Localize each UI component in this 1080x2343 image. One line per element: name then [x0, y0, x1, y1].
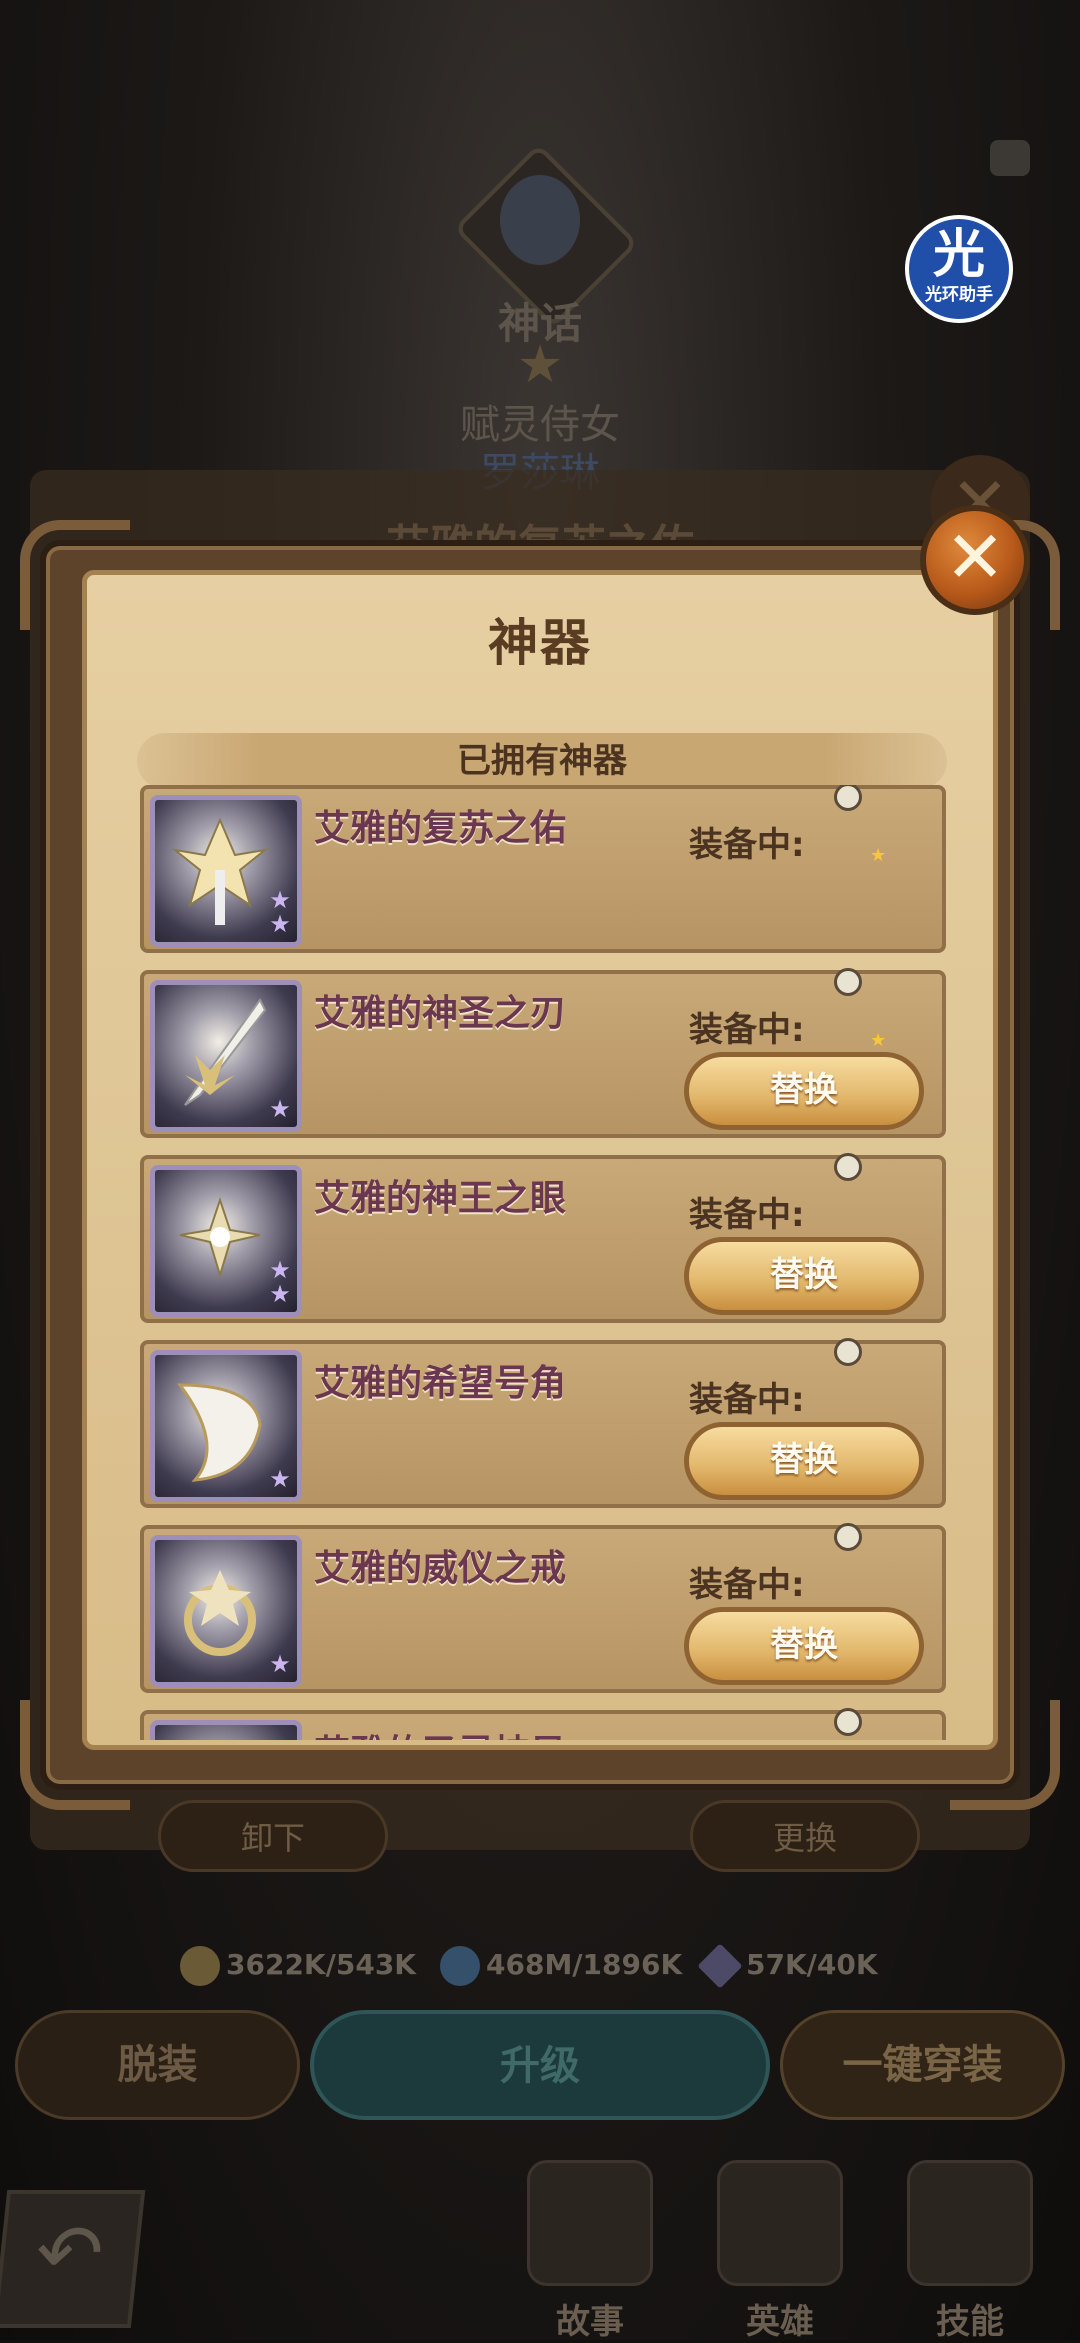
- replace-button[interactable]: 替换: [684, 1422, 924, 1500]
- nav-story[interactable]: 故事: [510, 2160, 670, 2342]
- replace-button[interactable]: 替换: [684, 1052, 924, 1130]
- swap-button[interactable]: 更换: [690, 1800, 920, 1872]
- artifact-item[interactable]: ★ 艾雅的希望号角 装备中: 替换: [140, 1338, 946, 1508]
- quick-equip-button[interactable]: 一键穿装: [780, 2010, 1065, 2120]
- equipped-label: 装备中:: [689, 1010, 805, 1050]
- resource-bar: 3622K/543K 468M/1896K 57K/40K: [180, 1940, 940, 1990]
- faction-badge-icon: [834, 1338, 862, 1366]
- hero-icon: [717, 2160, 843, 2286]
- faction-badge-icon: [834, 968, 862, 996]
- artifact-item[interactable]: ★ 艾雅的威仪之戒 装备中: 替换: [140, 1523, 946, 1693]
- strip-gear-button[interactable]: 脱装: [15, 2010, 300, 2120]
- equipped-hero-avatar[interactable]: ★: [834, 968, 914, 1052]
- star-rating: ★: [269, 1095, 291, 1123]
- artifact-item[interactable]: ★ ★ 艾雅的复苏之佑 装备中: ★: [140, 785, 946, 953]
- lock-icon[interactable]: [990, 140, 1030, 176]
- hero-essence-icon: [440, 1946, 480, 1986]
- faction-badge-icon: [834, 1153, 862, 1181]
- helper-app-badge[interactable]: 光 光环助手: [905, 215, 1013, 323]
- artifact-icon: [150, 1720, 302, 1740]
- crystal-icon: [697, 1943, 743, 1989]
- artifact-name: 艾雅的神圣之刃: [314, 993, 567, 1034]
- upgrade-button[interactable]: 升级: [310, 2010, 770, 2120]
- star-icon: ★: [870, 1030, 887, 1051]
- artifact-name: 艾雅的复苏之佑: [314, 808, 567, 849]
- artifact-icon: ★: [150, 980, 302, 1132]
- artifact-icon: ★: [150, 1350, 302, 1502]
- book-icon: [527, 2160, 653, 2286]
- artifact-item[interactable]: ★ ★ 艾雅的神王之眼 装备中: 替换: [140, 1153, 946, 1323]
- helper-label: 光环助手: [925, 285, 993, 305]
- close-icon[interactable]: ✕: [920, 505, 1030, 615]
- back-arrow-icon[interactable]: ↶: [0, 2190, 146, 2328]
- resource-essence: 468M/1896K: [440, 1940, 682, 1990]
- nav-skill[interactable]: 技能: [890, 2160, 1050, 2342]
- equipped-hero-avatar[interactable]: ★: [834, 785, 914, 867]
- resource-crystal: 57K/40K: [697, 1940, 878, 1990]
- replace-button[interactable]: 替换: [684, 1607, 924, 1685]
- star-icon: ★: [516, 335, 564, 395]
- section-header: 已拥有神器: [137, 733, 947, 789]
- equipped-label: 装备中:: [689, 1565, 805, 1605]
- artifact-icon: ★ ★: [150, 795, 302, 947]
- star-rating: ★: [269, 1650, 291, 1678]
- artifact-name: 艾雅的圣灵披风: [314, 1724, 566, 1740]
- artifact-icon: ★: [150, 1535, 302, 1687]
- star-icon: ★: [870, 845, 887, 866]
- faction-badge-icon: [834, 1523, 862, 1551]
- skill-icon: [907, 2160, 1033, 2286]
- resource-gold: 3622K/543K: [180, 1940, 416, 1990]
- unequip-button[interactable]: 卸下: [158, 1800, 388, 1872]
- artifact-modal: 神器 已拥有神器 ★ ★ 艾雅的复苏之佑 装备中: ★ ★ 艾雅的神圣之刃 装备中…: [82, 570, 998, 1750]
- artifact-name: 艾雅的威仪之戒: [314, 1548, 567, 1589]
- star-rating: ★ ★: [269, 886, 291, 938]
- gold-coin-icon: [180, 1946, 220, 1986]
- equipped-label: 装备中:: [689, 1380, 805, 1420]
- equipped-hero-avatar[interactable]: [834, 1338, 914, 1422]
- artifact-list[interactable]: ★ ★ 艾雅的复苏之佑 装备中: ★ ★ 艾雅的神圣之刃 装备中: ★ 替换 ★…: [140, 785, 950, 1740]
- artifact-name: 艾雅的希望号角: [314, 1363, 567, 1404]
- artifact-item[interactable]: 艾雅的圣灵披风 装备中:: [140, 1708, 946, 1740]
- artifact-icon: ★ ★: [150, 1165, 302, 1317]
- equipped-hero-avatar[interactable]: [834, 1153, 914, 1237]
- helper-glyph: 光: [932, 225, 985, 285]
- equipped-label: 装备中:: [689, 1195, 805, 1235]
- nav-hero[interactable]: 英雄: [700, 2160, 860, 2342]
- equipped-hero-avatar[interactable]: [834, 1523, 914, 1607]
- artifact-slot-icon: [500, 175, 580, 265]
- artifact-name: 艾雅的神王之眼: [314, 1178, 567, 1219]
- faction-badge-icon: [834, 1708, 862, 1736]
- star-rating: ★: [269, 1465, 291, 1493]
- modal-title: 神器: [488, 614, 592, 672]
- equipped-label: 装备中:: [689, 825, 805, 865]
- faction-badge-icon: [834, 785, 862, 811]
- replace-button[interactable]: 替换: [684, 1237, 924, 1315]
- artifact-item[interactable]: ★ 艾雅的神圣之刃 装备中: ★ 替换: [140, 968, 946, 1138]
- star-rating: ★ ★: [269, 1256, 291, 1308]
- equipped-hero-avatar[interactable]: [834, 1708, 914, 1740]
